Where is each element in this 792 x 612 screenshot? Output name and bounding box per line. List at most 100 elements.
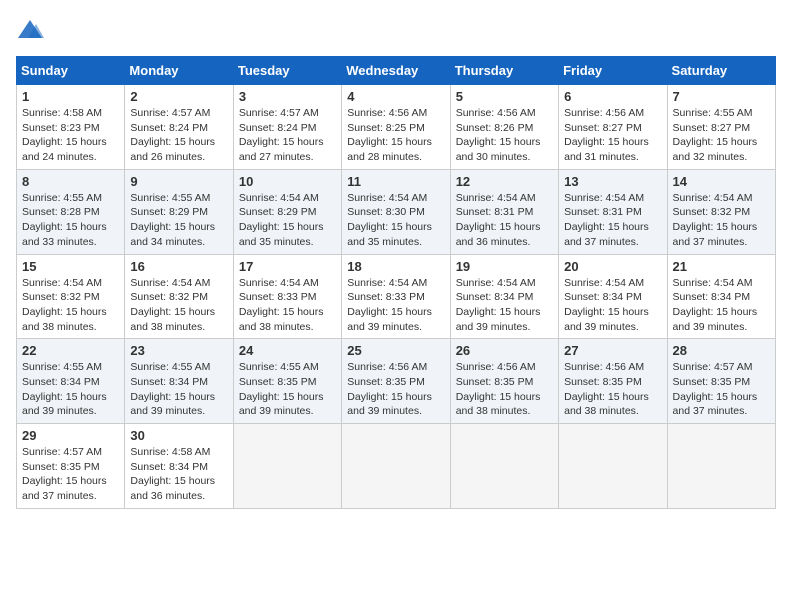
calendar-header-friday: Friday (559, 57, 667, 85)
day-number: 21 (673, 259, 770, 274)
day-info: Sunrise: 4:54 AMSunset: 8:31 PMDaylight:… (564, 191, 661, 250)
calendar-week-1: 1 Sunrise: 4:58 AMSunset: 8:23 PMDaylight… (17, 85, 776, 170)
calendar-header-wednesday: Wednesday (342, 57, 450, 85)
calendar-cell: 4 Sunrise: 4:56 AMSunset: 8:25 PMDaylight… (342, 85, 450, 170)
calendar-cell: 8 Sunrise: 4:55 AMSunset: 8:28 PMDaylight… (17, 169, 125, 254)
day-number: 16 (130, 259, 227, 274)
calendar-cell: 3 Sunrise: 4:57 AMSunset: 8:24 PMDaylight… (233, 85, 341, 170)
page-header (16, 16, 776, 44)
calendar-cell (667, 424, 775, 509)
calendar-cell: 7 Sunrise: 4:55 AMSunset: 8:27 PMDaylight… (667, 85, 775, 170)
calendar-header-saturday: Saturday (667, 57, 775, 85)
calendar-cell: 23 Sunrise: 4:55 AMSunset: 8:34 PMDayligh… (125, 339, 233, 424)
calendar-cell: 2 Sunrise: 4:57 AMSunset: 8:24 PMDaylight… (125, 85, 233, 170)
day-info: Sunrise: 4:55 AMSunset: 8:28 PMDaylight:… (22, 191, 119, 250)
day-info: Sunrise: 4:56 AMSunset: 8:35 PMDaylight:… (456, 360, 553, 419)
day-info: Sunrise: 4:54 AMSunset: 8:33 PMDaylight:… (347, 276, 444, 335)
day-info: Sunrise: 4:56 AMSunset: 8:35 PMDaylight:… (564, 360, 661, 419)
day-info: Sunrise: 4:54 AMSunset: 8:33 PMDaylight:… (239, 276, 336, 335)
day-info: Sunrise: 4:58 AMSunset: 8:34 PMDaylight:… (130, 445, 227, 504)
day-info: Sunrise: 4:55 AMSunset: 8:27 PMDaylight:… (673, 106, 770, 165)
day-info: Sunrise: 4:54 AMSunset: 8:34 PMDaylight:… (456, 276, 553, 335)
day-info: Sunrise: 4:54 AMSunset: 8:32 PMDaylight:… (130, 276, 227, 335)
day-number: 20 (564, 259, 661, 274)
day-number: 25 (347, 343, 444, 358)
calendar-week-3: 15 Sunrise: 4:54 AMSunset: 8:32 PMDayligh… (17, 254, 776, 339)
day-info: Sunrise: 4:55 AMSunset: 8:34 PMDaylight:… (22, 360, 119, 419)
day-number: 23 (130, 343, 227, 358)
calendar-cell: 27 Sunrise: 4:56 AMSunset: 8:35 PMDayligh… (559, 339, 667, 424)
day-info: Sunrise: 4:57 AMSunset: 8:24 PMDaylight:… (239, 106, 336, 165)
calendar-header-sunday: Sunday (17, 57, 125, 85)
calendar-cell: 1 Sunrise: 4:58 AMSunset: 8:23 PMDaylight… (17, 85, 125, 170)
day-info: Sunrise: 4:57 AMSunset: 8:35 PMDaylight:… (22, 445, 119, 504)
calendar-cell: 26 Sunrise: 4:56 AMSunset: 8:35 PMDayligh… (450, 339, 558, 424)
day-info: Sunrise: 4:55 AMSunset: 8:34 PMDaylight:… (130, 360, 227, 419)
day-number: 18 (347, 259, 444, 274)
calendar-cell: 25 Sunrise: 4:56 AMSunset: 8:35 PMDayligh… (342, 339, 450, 424)
calendar-cell: 5 Sunrise: 4:56 AMSunset: 8:26 PMDaylight… (450, 85, 558, 170)
calendar-cell: 12Sunrise: 4:54 AMSunset: 8:31 PMDayligh… (450, 169, 558, 254)
calendar-cell: 20 Sunrise: 4:54 AMSunset: 8:34 PMDayligh… (559, 254, 667, 339)
day-number: 26 (456, 343, 553, 358)
day-info: Sunrise: 4:56 AMSunset: 8:27 PMDaylight:… (564, 106, 661, 165)
calendar-cell: 16 Sunrise: 4:54 AMSunset: 8:32 PMDayligh… (125, 254, 233, 339)
day-number: 24 (239, 343, 336, 358)
day-number: 12 (456, 174, 553, 189)
day-number: 29 (22, 428, 119, 443)
calendar-cell: 19 Sunrise: 4:54 AMSunset: 8:34 PMDayligh… (450, 254, 558, 339)
day-info: Sunrise: 4:54 AMSunset: 8:30 PMDaylight:… (347, 191, 444, 250)
calendar-cell: 13 Sunrise: 4:54 AMSunset: 8:31 PMDayligh… (559, 169, 667, 254)
logo (16, 16, 48, 44)
day-number: 8 (22, 174, 119, 189)
calendar-cell: 9 Sunrise: 4:55 AMSunset: 8:29 PMDaylight… (125, 169, 233, 254)
calendar-cell: 21Sunrise: 4:54 AMSunset: 8:34 PMDayligh… (667, 254, 775, 339)
calendar-cell: 24 Sunrise: 4:55 AMSunset: 8:35 PMDayligh… (233, 339, 341, 424)
day-info: Sunrise: 4:54 AMSunset: 8:32 PMDaylight:… (22, 276, 119, 335)
day-number: 7 (673, 89, 770, 104)
calendar-table: SundayMondayTuesdayWednesdayThursdayFrid… (16, 56, 776, 509)
calendar-cell: 22 Sunrise: 4:55 AMSunset: 8:34 PMDayligh… (17, 339, 125, 424)
day-info: Sunrise: 4:56 AMSunset: 8:25 PMDaylight:… (347, 106, 444, 165)
day-number: 5 (456, 89, 553, 104)
calendar-cell (559, 424, 667, 509)
day-info: Sunrise: 4:55 AMSunset: 8:35 PMDaylight:… (239, 360, 336, 419)
day-number: 6 (564, 89, 661, 104)
day-info: Sunrise: 4:57 AMSunset: 8:24 PMDaylight:… (130, 106, 227, 165)
calendar-cell (233, 424, 341, 509)
day-number: 15 (22, 259, 119, 274)
day-number: 2 (130, 89, 227, 104)
calendar-cell: 17 Sunrise: 4:54 AMSunset: 8:33 PMDayligh… (233, 254, 341, 339)
day-number: 3 (239, 89, 336, 104)
day-info: Sunrise: 4:58 AMSunset: 8:23 PMDaylight:… (22, 106, 119, 165)
day-info: Sunrise: 4:54 AMSunset: 8:34 PMDaylight:… (564, 276, 661, 335)
day-number: 17 (239, 259, 336, 274)
day-number: 14 (673, 174, 770, 189)
calendar-header-monday: Monday (125, 57, 233, 85)
calendar-cell: 30Sunrise: 4:58 AMSunset: 8:34 PMDayligh… (125, 424, 233, 509)
day-info: Sunrise: 4:55 AMSunset: 8:29 PMDaylight:… (130, 191, 227, 250)
calendar-cell: 11Sunrise: 4:54 AMSunset: 8:30 PMDayligh… (342, 169, 450, 254)
day-info: Sunrise: 4:57 AMSunset: 8:35 PMDaylight:… (673, 360, 770, 419)
day-info: Sunrise: 4:56 AMSunset: 8:35 PMDaylight:… (347, 360, 444, 419)
logo-icon (16, 16, 44, 44)
day-number: 19 (456, 259, 553, 274)
calendar-cell: 28 Sunrise: 4:57 AMSunset: 8:35 PMDayligh… (667, 339, 775, 424)
calendar-cell (450, 424, 558, 509)
day-number: 1 (22, 89, 119, 104)
day-number: 4 (347, 89, 444, 104)
day-number: 28 (673, 343, 770, 358)
calendar-header-thursday: Thursday (450, 57, 558, 85)
calendar-cell: 14 Sunrise: 4:54 AMSunset: 8:32 PMDayligh… (667, 169, 775, 254)
day-info: Sunrise: 4:54 AMSunset: 8:32 PMDaylight:… (673, 191, 770, 250)
day-number: 27 (564, 343, 661, 358)
day-number: 9 (130, 174, 227, 189)
calendar-cell: 15 Sunrise: 4:54 AMSunset: 8:32 PMDayligh… (17, 254, 125, 339)
day-number: 13 (564, 174, 661, 189)
calendar-cell: 18 Sunrise: 4:54 AMSunset: 8:33 PMDayligh… (342, 254, 450, 339)
day-info: Sunrise: 4:56 AMSunset: 8:26 PMDaylight:… (456, 106, 553, 165)
day-number: 22 (22, 343, 119, 358)
calendar-week-2: 8 Sunrise: 4:55 AMSunset: 8:28 PMDaylight… (17, 169, 776, 254)
calendar-cell (342, 424, 450, 509)
calendar-header-row: SundayMondayTuesdayWednesdayThursdayFrid… (17, 57, 776, 85)
